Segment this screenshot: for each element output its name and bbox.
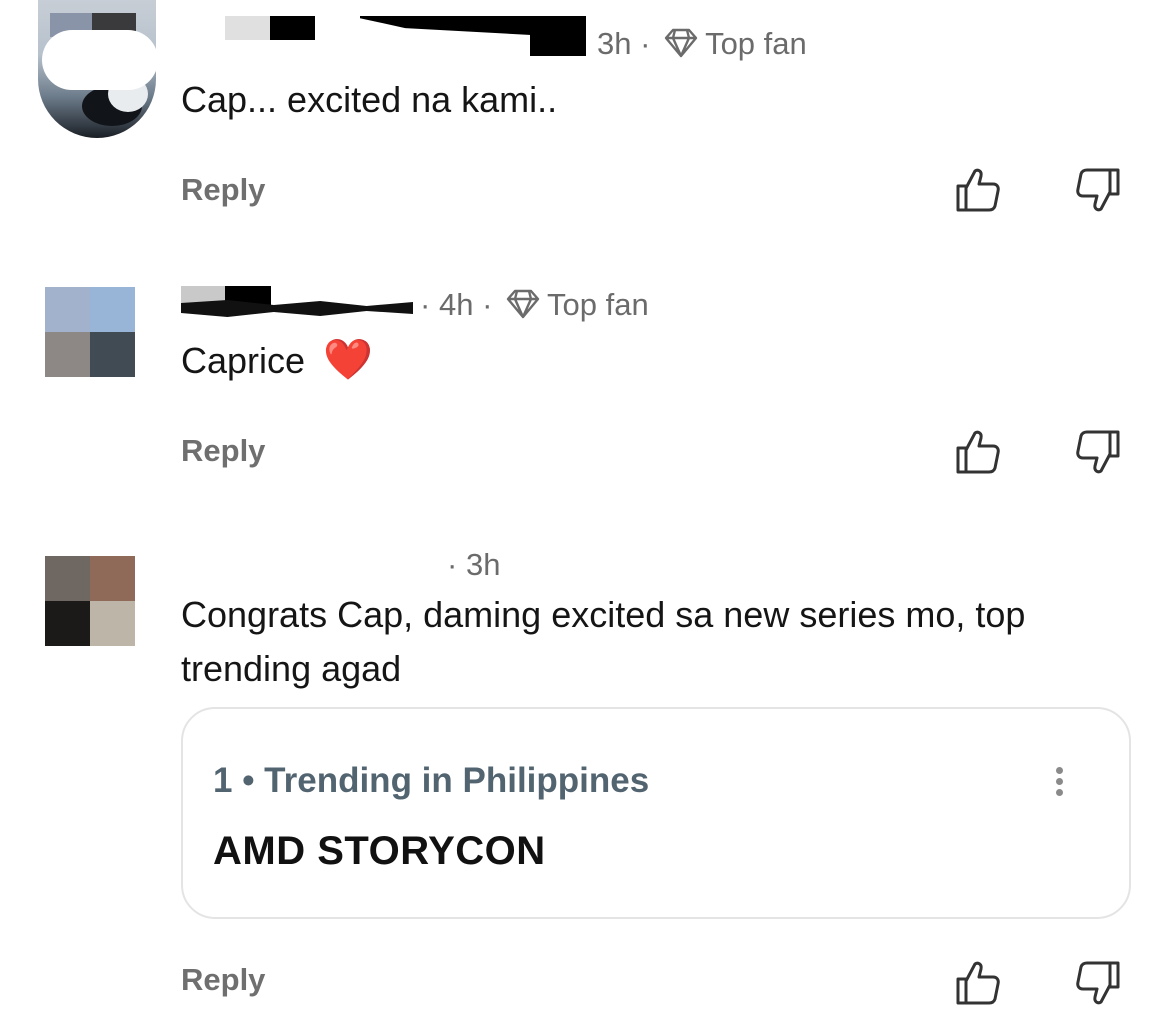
reply-button[interactable]: Reply [181,433,265,469]
commenter-name-redacted[interactable] [360,16,586,56]
thumbs-up-icon[interactable] [953,165,1003,215]
thumbs-down-icon[interactable] [1073,165,1123,215]
comment-1: 3h · Top fan Cap... excited na kami.. Re… [0,0,1170,250]
avatar[interactable] [45,556,135,646]
comment-text: Cap... excited na kami.. [181,79,558,120]
reply-button[interactable]: Reply [181,172,265,208]
trending-subtitle: 1 • Trending in Philippines [213,761,650,800]
reply-button[interactable]: Reply [181,962,265,998]
commenter-name-redacted[interactable] [225,16,315,40]
thumbs-down-icon[interactable] [1073,427,1123,477]
comment-meta: · 4h · Top fan [420,287,649,327]
comment-2: · 4h · Top fan Caprice ❤️ Reply [0,250,1170,520]
comment-text-row: Caprice ❤️ [181,333,373,388]
avatar[interactable] [38,0,156,138]
comment-time: 3h [597,26,632,61]
thumbs-up-icon[interactable] [953,958,1003,1008]
comment-time: 3h [465,547,501,582]
diamond-icon [663,28,699,66]
comment-meta: 3h · Top fan [597,26,807,66]
comment-time: 4h [438,287,474,322]
commenter-name-redacted[interactable] [181,286,413,320]
thumbs-down-icon[interactable] [1073,958,1123,1008]
comment-meta: · 3h [447,547,501,582]
heart-emoji: ❤️ [323,338,373,382]
trending-title: AMD STORYCON [213,829,546,873]
top-fan-badge: Top fan [547,287,649,322]
thumbs-up-icon[interactable] [953,427,1003,477]
diamond-icon [505,289,541,327]
comment-text: Caprice [181,340,306,381]
comment-text: Congrats Cap, daming excited sa new seri… [181,594,1026,689]
trending-embed-card[interactable]: 1 • Trending in Philippines AMD STORYCON [181,707,1131,919]
avatar[interactable] [45,287,135,377]
top-fan-badge: Top fan [705,26,807,61]
more-vertical-icon[interactable] [1056,763,1063,800]
